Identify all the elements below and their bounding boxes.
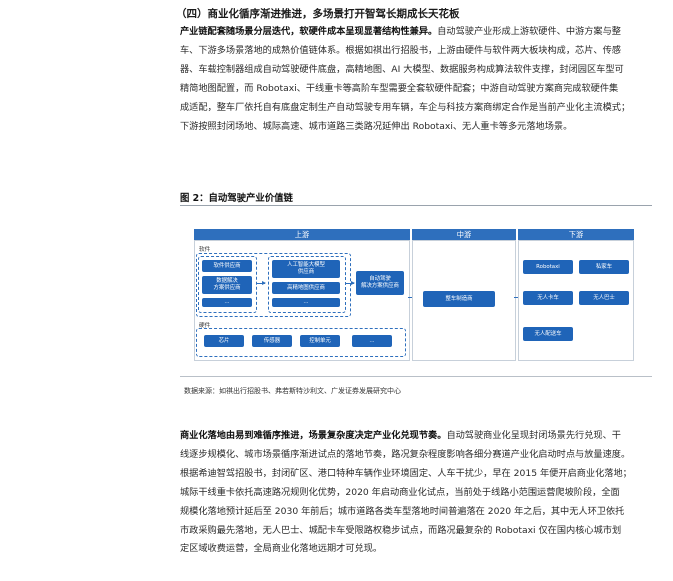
hd-map-block: 高精地图供应商: [272, 282, 340, 294]
paragraph-line: 市政采购最先落地，无人巴士、城配卡车受限路权稳步试点，而路况最复杂的 Robot…: [180, 524, 622, 536]
arrow-icon: [346, 281, 355, 285]
data-solution-block: 数据解决 方案供应商: [202, 276, 252, 294]
paragraph-lead: 产业链配套随场景分层迭代，软硬件成本呈现显著结构性兼异。: [180, 26, 438, 37]
sensor-block: 传感器: [252, 335, 292, 347]
integrator-block: 自动驾驶 解决方案供应商: [356, 271, 404, 295]
private-car-block: 私家车: [579, 260, 629, 274]
paragraph-line: 线逐步规模化、城市场景循序渐进试点的落地节奏，路况复杂程度影响各细分赛道产业化启…: [180, 448, 631, 460]
software-supplier-block: 软件供应商: [202, 260, 252, 272]
hardware-more-block: ...: [352, 335, 392, 347]
oem-block: 整车制造商: [423, 291, 495, 307]
figure-divider: [180, 205, 652, 206]
paragraph-line: 城际干线重卡依托高速路况规则化优势，2020 年启动商业化试点，当前处于线路小范…: [180, 486, 620, 498]
paragraph-line: 精简地图配置，而 Robotaxi、干线重卡等高阶车型需要全套软硬件配套；中游自…: [180, 82, 619, 94]
paragraph-line: 定区域收费运营，全局商业化落地远期才可兑现。: [180, 543, 383, 555]
driverless-bus-block: 无人巴士: [579, 291, 629, 305]
paragraph-line: 车、下游多场景落地的成熟价值链体系。根据如祺出行招股书，上游由硬件与软件两大板块…: [180, 44, 621, 56]
paragraph-commercialization: 商业化落地由易到难循序推进，场景复杂度决定产业化兑现节奏。自动驾驶商业化呈现封闭…: [180, 427, 650, 559]
section-title: （四）商业化循序渐进推进，多场景打开智驾长期成长天花板: [176, 8, 460, 20]
control-unit-block: 控制单元: [300, 335, 340, 347]
paragraph-lead: 商业化落地由易到难循序推进，场景复杂度决定产业化兑现节奏。: [180, 430, 447, 441]
paragraph-supply-chain: 产业链配套随场景分层迭代，软硬件成本呈现显著结构性兼异。自动驾驶产业形成上游软硬…: [180, 23, 650, 136]
paragraph-line: 成适配，整车厂依托自有底盘定制生产自动驾驶专用车辆，车企与科技方案商绑定合作是当…: [180, 101, 631, 113]
software-more-block: ...: [202, 298, 252, 307]
downstream-header: 下游: [518, 229, 634, 240]
figure-source: 数据来源：如祺出行招股书、弗若斯特沙利文、广发证券发展研究中心: [184, 387, 401, 395]
paragraph-line: 根据希迪智驾招股书，封闭矿区、港口特种车辆作业环境固定、人车干扰少，早在 201…: [180, 467, 632, 479]
robotaxi-block: Robotaxi: [523, 260, 573, 274]
delivery-vehicle-block: 无人配送车: [523, 327, 573, 341]
chip-block: 芯片: [204, 335, 244, 347]
paragraph-line: 规模化落地预计延后至 2030 年前后；城市道路各类车型落地时间普遍落在 202…: [180, 505, 625, 517]
figure-title: 图 2：自动驾驶产业价值链: [180, 193, 293, 204]
arrow-icon: [257, 281, 266, 285]
paragraph-line: 自动驾驶产业形成上游软硬件、中游方案与整: [437, 26, 621, 37]
paragraph-line: 自动驾驶商业化呈现封闭场景先行兑现、干: [446, 430, 621, 441]
midstream-header: 中游: [412, 229, 516, 240]
figure-bottom-rule: [180, 376, 652, 377]
software-more-block-2: ...: [272, 298, 340, 307]
ai-model-block: 人工智能大模型 供应商: [272, 260, 340, 278]
software-label: 软件: [199, 247, 211, 253]
paragraph-line: 器、车载控制器组成自动驾驶硬件底盘，高精地图、AI 大模型、数据服务构成算法软件…: [180, 63, 624, 75]
paragraph-line: 下游按照封闭场地、城际高速、城市道路三类路况延伸出 Robotaxi、无人重卡等…: [180, 120, 573, 132]
figure-value-chain: 图 2：自动驾驶产业价值链 上游 软件 软件供应商 数据解决 方案供应商 ...…: [180, 187, 652, 377]
upstream-header: 上游: [194, 229, 410, 240]
driverless-truck-block: 无人卡车: [523, 291, 573, 305]
